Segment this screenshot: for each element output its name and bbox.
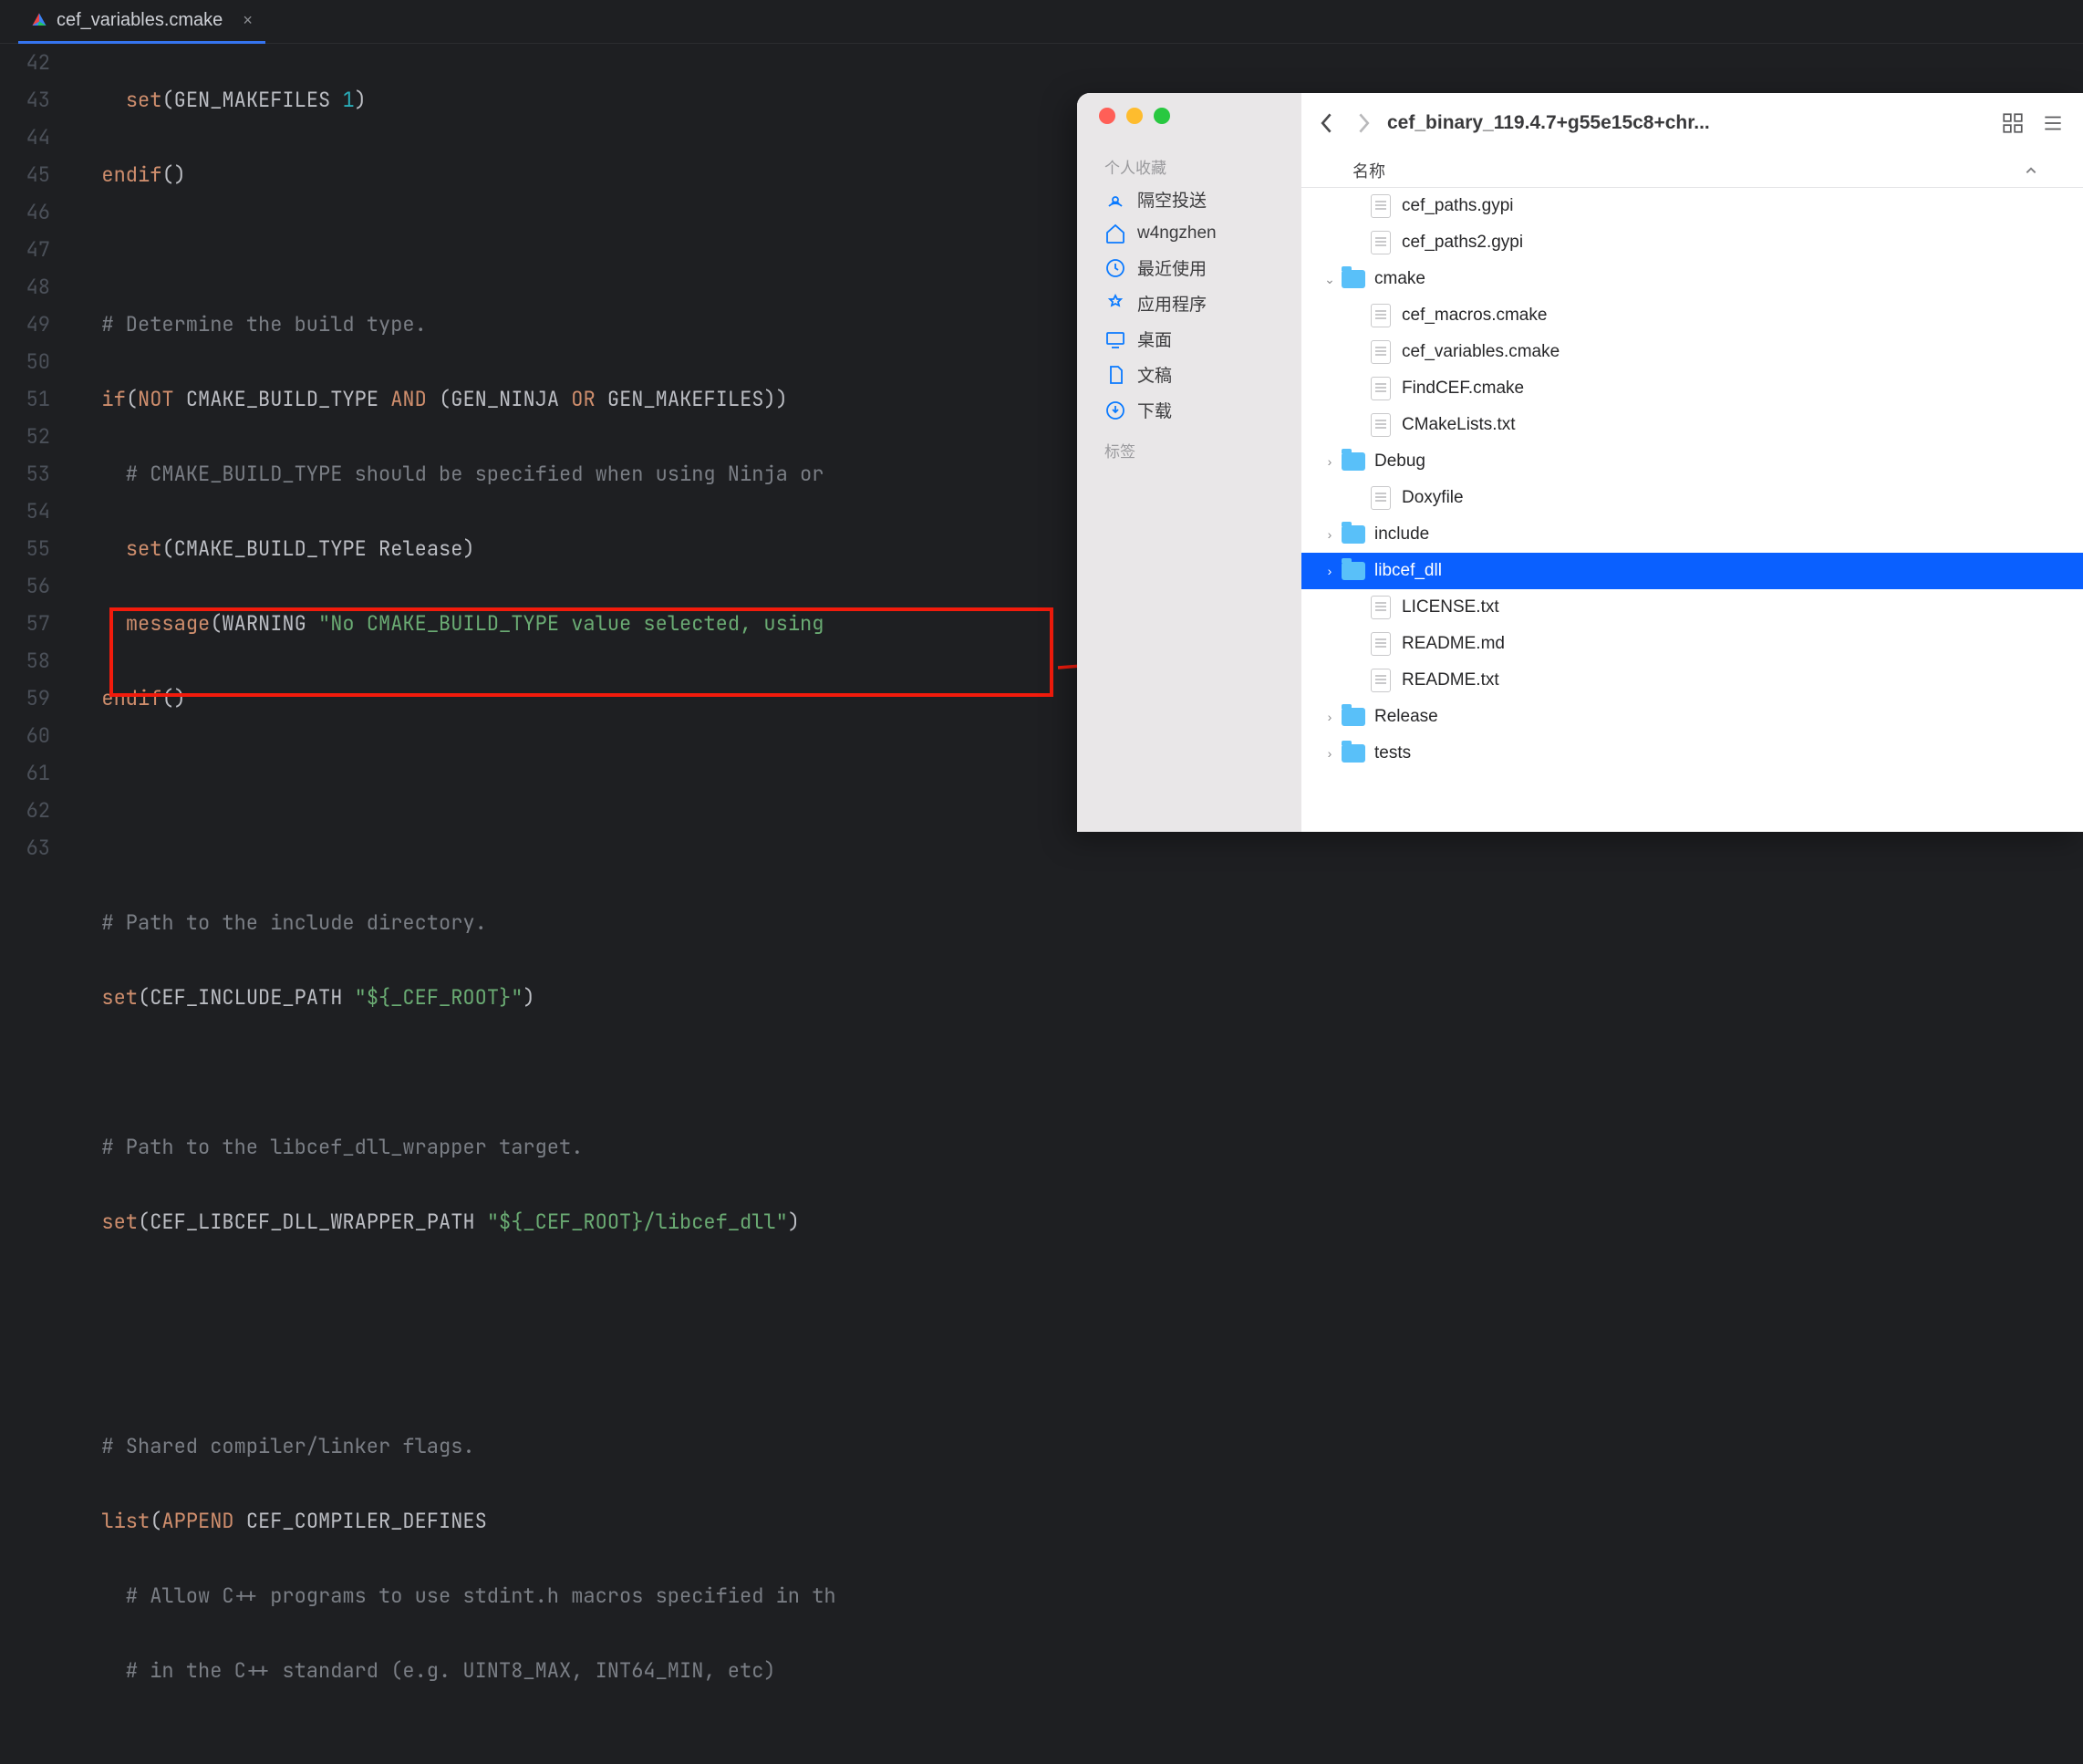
file-name: cef_paths.gypi [1402,196,1514,216]
apps-icon [1104,293,1126,315]
file-name: LICENSE.txt [1402,597,1499,617]
documents-icon [1104,364,1126,386]
finder-sidebar: 个人收藏 隔空投送 w4ngzhen 最近使用 应用程序 桌面 文稿 下载 [1077,93,1301,832]
back-button[interactable] [1320,112,1334,134]
file-icon [1369,596,1393,619]
chevron-right-icon[interactable]: › [1318,454,1342,469]
desktop-icon [1104,328,1126,350]
tab-close-icon[interactable]: × [243,11,253,30]
file-row[interactable]: README.md [1301,626,2083,662]
file-name: cef_macros.cmake [1402,306,1547,326]
file-row[interactable]: README.txt [1301,662,2083,699]
sidebar-item-desktop[interactable]: 桌面 [1077,321,1301,357]
file-name: cmake [1374,269,1425,289]
file-icon [1369,194,1393,218]
finder-title: cef_binary_119.4.7+g55e15c8+chr... [1387,112,1985,134]
line-gutter: 42 43 44 45 46 47 48 49 50 51 52 53 54 5… [0,44,78,1764]
file-name: libcef_dll [1374,561,1442,581]
download-icon [1104,399,1126,421]
file-icon [1369,669,1393,692]
file-name: Release [1374,707,1438,727]
file-row[interactable]: cef_variables.cmake [1301,334,2083,370]
file-name: Doxyfile [1402,488,1464,508]
file-icon [1369,340,1393,364]
finder-file-list: cef_paths.gypi cef_paths2.gypi ⌄ cmake cef_m… [1301,188,2083,832]
window-controls [1077,108,1301,144]
file-name: FindCEF.cmake [1402,379,1524,399]
file-row[interactable]: › Debug [1301,443,2083,480]
finder-nav [1320,112,1371,134]
folder-icon [1342,705,1365,729]
file-name: cef_variables.cmake [1402,342,1560,362]
file-name: README.txt [1402,670,1499,690]
chevron-right-icon[interactable]: › [1318,564,1342,578]
window-minimize-button[interactable] [1126,108,1143,124]
editor-tab[interactable]: cef_variables.cmake × [18,0,265,44]
file-row[interactable]: CMakeLists.txt [1301,407,2083,443]
file-name: cef_paths2.gypi [1402,233,1523,253]
chevron-right-icon[interactable]: › [1318,746,1342,761]
sidebar-section-tags: 标签 [1077,428,1301,465]
file-name: include [1374,524,1429,545]
sidebar-item-airdrop[interactable]: 隔空投送 [1077,182,1301,217]
file-icon [1369,486,1393,510]
file-row[interactable]: › libcef_dll [1301,553,2083,589]
folder-icon [1342,450,1365,473]
file-row[interactable]: cef_paths.gypi [1301,188,2083,224]
cmake-file-icon [31,12,47,28]
file-row[interactable]: cef_paths2.gypi [1301,224,2083,261]
folder-icon [1342,559,1365,583]
sidebar-section-favorites: 个人收藏 [1077,144,1301,182]
chevron-right-icon[interactable]: › [1318,710,1342,724]
folder-icon [1342,742,1365,765]
file-name: tests [1374,743,1411,763]
file-icon [1369,304,1393,327]
file-icon [1369,231,1393,254]
file-name: CMakeLists.txt [1402,415,1516,435]
file-icon [1369,413,1393,437]
finder-window: 个人收藏 隔空投送 w4ngzhen 最近使用 应用程序 桌面 文稿 下载 [1077,93,2083,832]
file-row[interactable]: FindCEF.cmake [1301,370,2083,407]
sort-indicator-icon [2025,164,2037,177]
list-view-button[interactable] [2041,111,2065,135]
file-name: README.md [1402,634,1505,654]
home-icon [1104,223,1126,244]
finder-toolbar: cef_binary_119.4.7+g55e15c8+chr... [1301,93,2083,153]
window-zoom-button[interactable] [1154,108,1170,124]
tab-filename: cef_variables.cmake [57,10,223,31]
file-row[interactable]: ⌄ cmake [1301,261,2083,297]
file-row[interactable]: Doxyfile [1301,480,2083,516]
sidebar-item-documents[interactable]: 文稿 [1077,357,1301,392]
column-name-label: 名称 [1352,159,1385,182]
editor-tabbar: cef_variables.cmake × [0,0,2083,44]
forward-button[interactable] [1356,112,1371,134]
sidebar-item-home[interactable]: w4ngzhen [1077,217,1301,250]
sidebar-item-applications[interactable]: 应用程序 [1077,285,1301,321]
file-name: Debug [1374,451,1425,472]
file-row[interactable]: LICENSE.txt [1301,589,2083,626]
file-icon [1369,632,1393,656]
folder-icon [1342,523,1365,546]
finder-column-header[interactable]: 名称 [1301,153,2083,188]
chevron-down-icon[interactable]: ⌄ [1318,272,1342,287]
chevron-right-icon[interactable]: › [1318,527,1342,542]
file-row[interactable]: › include [1301,516,2083,553]
icon-view-button[interactable] [2001,111,2025,135]
sidebar-item-recents[interactable]: 最近使用 [1077,250,1301,285]
file-row[interactable]: › Release [1301,699,2083,735]
window-close-button[interactable] [1099,108,1115,124]
clock-icon [1104,257,1126,279]
airdrop-icon [1104,189,1126,211]
finder-main: cef_binary_119.4.7+g55e15c8+chr... 名称 ce… [1301,93,2083,832]
file-row[interactable]: › tests [1301,735,2083,772]
folder-icon [1342,267,1365,291]
file-icon [1369,377,1393,400]
file-row[interactable]: cef_macros.cmake [1301,297,2083,334]
sidebar-item-downloads[interactable]: 下载 [1077,392,1301,428]
